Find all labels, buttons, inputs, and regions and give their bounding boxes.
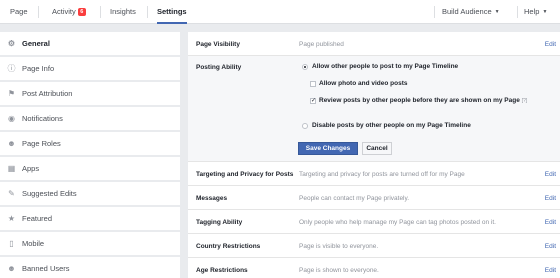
setting-row-tagging-ability: Tagging Ability Only people who help man… xyxy=(188,210,560,234)
review-posts-checkbox[interactable]: ✓ xyxy=(310,98,316,104)
page-top-bar: Page Activity 6 Insights Settings Build A… xyxy=(0,0,560,24)
setting-value: Page published xyxy=(299,41,344,48)
sidebar-item-post-attribution[interactable]: ⚑ Post Attribution xyxy=(0,82,180,106)
help-menu[interactable]: Help ▼ xyxy=(524,0,547,24)
setting-label: Targeting and Privacy for Posts xyxy=(196,171,294,178)
settings-panel: Page Visibility Page published Edit Post… xyxy=(188,32,560,278)
setting-row-age-restrictions: Age Restrictions Page is shown to everyo… xyxy=(188,258,560,278)
disable-posts-label: Disable posts by other people on my Page… xyxy=(312,122,471,129)
review-posts-label: Review posts by other people before they… xyxy=(319,97,534,106)
caret-down-icon: ▼ xyxy=(542,9,548,15)
sidebar-item-apps[interactable]: ▦ Apps xyxy=(0,157,180,181)
person-icon: ☻ xyxy=(7,139,16,148)
sidebar-item-label: Suggested Edits xyxy=(22,189,77,198)
sidebar-item-mobile[interactable]: ▯ Mobile xyxy=(0,232,180,256)
setting-label: Page Visibility xyxy=(196,41,240,48)
sidebar-item-label: Banned Users xyxy=(22,264,70,273)
edit-link[interactable]: Edit xyxy=(545,41,556,48)
sidebar-item-label: Page Roles xyxy=(22,139,61,148)
help-question-link[interactable]: [?] xyxy=(522,98,528,104)
sidebar-item-suggested-edits[interactable]: ✎ Suggested Edits xyxy=(0,182,180,206)
sidebar-item-page-roles[interactable]: ☻ Page Roles xyxy=(0,132,180,156)
setting-value: Targeting and privacy for posts are turn… xyxy=(299,171,465,178)
sidebar-item-banned-users[interactable]: ☻ Banned Users xyxy=(0,257,180,278)
setting-label: Age Restrictions xyxy=(196,267,248,274)
tab-page[interactable]: Page xyxy=(10,0,28,24)
tab-divider xyxy=(100,6,101,18)
sidebar-item-label: Apps xyxy=(22,164,40,173)
photo-video-checkbox[interactable] xyxy=(310,81,316,87)
edit-link[interactable]: Edit xyxy=(545,171,556,178)
setting-value: Page is visible to everyone. xyxy=(299,243,379,250)
settings-sidebar: ⚙ General ⓘ Page Info ⚑ Post Attribution ◉ N… xyxy=(0,32,180,278)
edit-link[interactable]: Edit xyxy=(545,219,556,226)
cancel-button[interactable]: Cancel xyxy=(362,142,392,155)
setting-row-messages: Messages People can contact my Page priv… xyxy=(188,186,560,210)
pencil-icon: ✎ xyxy=(8,189,15,198)
sidebar-item-label: Notifications xyxy=(22,114,63,123)
mobile-icon: ▯ xyxy=(9,239,14,248)
star-icon: ★ xyxy=(7,214,16,223)
help-label: Help xyxy=(524,7,540,16)
sidebar-item-featured[interactable]: ★ Featured xyxy=(0,207,180,231)
setting-label: Posting Ability xyxy=(196,64,242,71)
build-audience-menu[interactable]: Build Audience ▼ xyxy=(442,0,500,24)
allow-posts-label: Allow other people to post to my Page Ti… xyxy=(312,63,459,70)
edit-link[interactable]: Edit xyxy=(545,267,556,274)
allow-posts-radio[interactable] xyxy=(302,64,308,70)
nav-divider xyxy=(434,6,435,18)
sidebar-item-label: Featured xyxy=(22,214,53,223)
caret-down-icon: ▼ xyxy=(494,9,500,15)
setting-row-targeting-privacy: Targeting and Privacy for Posts Targetin… xyxy=(188,162,560,186)
setting-value: Page is shown to everyone. xyxy=(299,267,379,274)
tab-insights[interactable]: Insights xyxy=(110,0,136,24)
setting-label: Country Restrictions xyxy=(196,243,261,250)
info-icon: ⓘ xyxy=(7,64,16,73)
tab-activity[interactable]: Activity 6 xyxy=(52,0,86,24)
setting-label: Tagging Ability xyxy=(196,219,243,226)
disable-posts-radio[interactable] xyxy=(302,123,308,129)
sidebar-item-label: Mobile xyxy=(22,239,45,248)
sidebar-item-label: General xyxy=(22,39,50,48)
tab-activity-label: Activity xyxy=(52,7,76,16)
globe-icon: ◉ xyxy=(8,114,15,123)
nav-divider xyxy=(517,6,518,18)
activity-count-badge: 6 xyxy=(77,8,86,16)
edit-link[interactable]: Edit xyxy=(545,243,556,250)
review-posts-text: Review posts by other people before they… xyxy=(319,97,520,104)
setting-value: People can contact my Page privately. xyxy=(299,195,410,202)
flag-icon: ⚑ xyxy=(7,89,16,98)
edit-link[interactable]: Edit xyxy=(545,195,556,202)
tab-settings[interactable]: Settings xyxy=(157,0,187,24)
setting-value: Only people who help manage my Page can … xyxy=(299,219,496,226)
sidebar-item-notifications[interactable]: ◉ Notifications xyxy=(0,107,180,131)
setting-row-posting-ability: Posting Ability Allow other people to po… xyxy=(188,56,560,162)
sidebar-item-label: Page Info xyxy=(22,64,55,73)
photo-video-label: Allow photo and video posts xyxy=(319,80,408,87)
person-icon: ☻ xyxy=(7,264,16,273)
apps-icon: ▦ xyxy=(7,164,16,173)
save-changes-button[interactable]: Save Changes xyxy=(298,142,358,155)
tab-divider xyxy=(38,6,39,18)
sidebar-item-label: Post Attribution xyxy=(22,89,73,98)
setting-label: Messages xyxy=(196,195,228,202)
setting-row-country-restrictions: Country Restrictions Page is visible to … xyxy=(188,234,560,258)
sidebar-item-general[interactable]: ⚙ General xyxy=(0,32,180,56)
build-audience-label: Build Audience xyxy=(442,7,492,16)
sidebar-item-page-info[interactable]: ⓘ Page Info xyxy=(0,57,180,81)
setting-row-page-visibility: Page Visibility Page published Edit xyxy=(188,32,560,56)
tab-divider xyxy=(147,6,148,18)
gear-icon: ⚙ xyxy=(7,39,16,48)
